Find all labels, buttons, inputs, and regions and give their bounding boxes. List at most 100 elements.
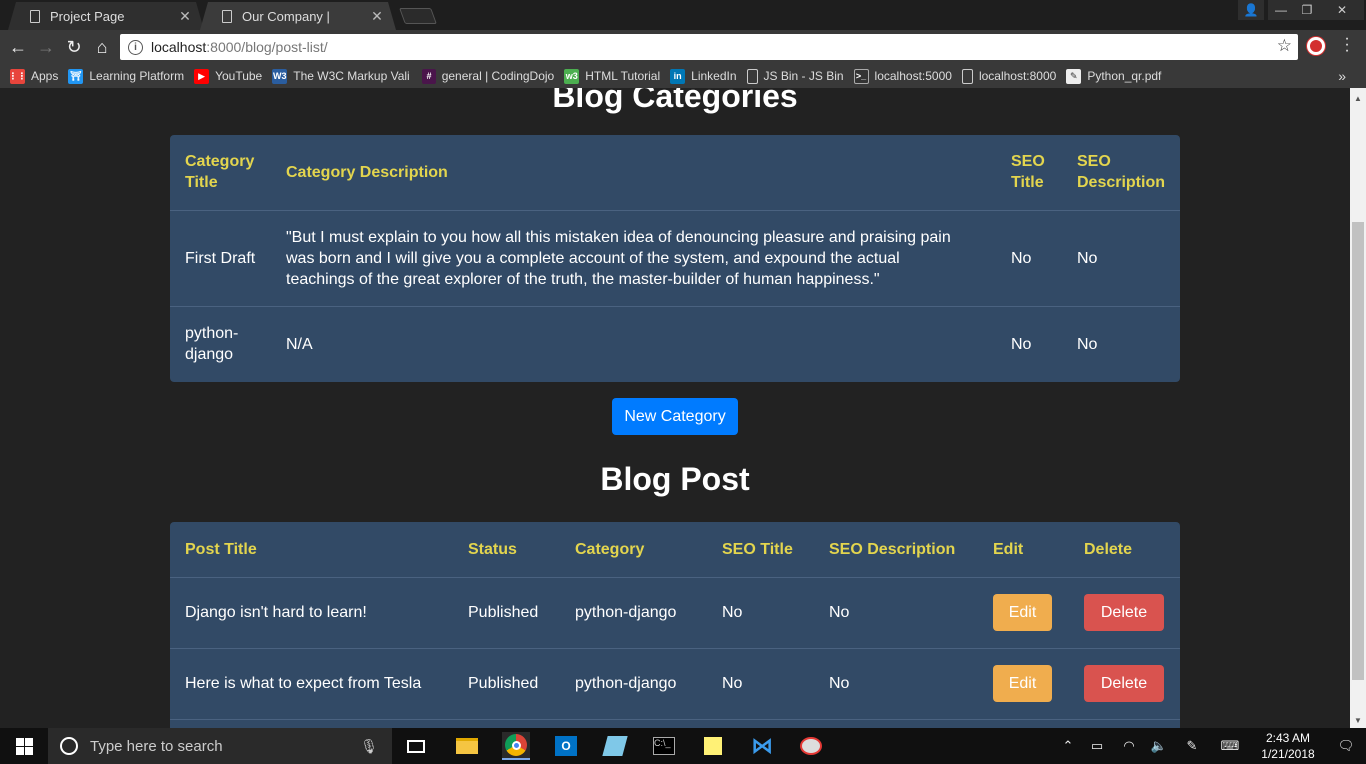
home-icon[interactable]: ⌂: [88, 33, 116, 61]
reload-icon[interactable]: ↻: [60, 33, 88, 61]
outlook-icon[interactable]: O: [552, 732, 580, 760]
bookmark-jsbin[interactable]: JS Bin - JS Bin: [746, 68, 844, 84]
category-seo-description: No: [1061, 209, 1180, 306]
edit-button[interactable]: Edit: [993, 594, 1052, 631]
pen-icon[interactable]: ✎: [1174, 738, 1210, 754]
page-scrollbar[interactable]: ▲ ▼: [1350, 88, 1366, 728]
bookmark-slack[interactable]: # general | CodingDojo: [422, 68, 555, 84]
page-icon: [30, 9, 40, 23]
col-seo-title: SEO Title: [1010, 153, 1045, 192]
visual-studio-code-icon[interactable]: ⋈: [748, 732, 776, 760]
sticky-app-icon[interactable]: [601, 732, 629, 760]
windows-logo-icon: [15, 737, 33, 755]
task-view-icon[interactable]: [402, 732, 430, 760]
delete-button[interactable]: Delete: [1084, 665, 1164, 702]
table-header: Category Title Category Description SEO …: [170, 135, 1180, 210]
clock-time: 2:43 AM: [1265, 731, 1311, 745]
tab-project-page[interactable]: Project Page ✕: [8, 2, 204, 30]
battery-icon[interactable]: ▭: [1080, 738, 1114, 754]
bookmark-youtube[interactable]: ▶ YouTube: [194, 68, 262, 84]
bookmark-apps[interactable]: ⋮⋮ Apps: [9, 68, 59, 84]
w3c-icon: W3: [272, 68, 288, 84]
notifications-icon[interactable]: 🗨: [1326, 738, 1366, 754]
table-row: python-django N/A No No: [170, 305, 1180, 382]
close-icon[interactable]: ✕: [178, 8, 192, 25]
posts-card: Post Title Status Category SEO Title SEO…: [170, 522, 1180, 728]
command-prompt-icon[interactable]: C:\_: [650, 732, 678, 760]
extension-icon[interactable]: [1307, 37, 1325, 55]
close-icon[interactable]: ✕: [370, 8, 384, 25]
page-icon: [961, 68, 973, 84]
new-category-button[interactable]: New Category: [612, 398, 738, 435]
bookmark-label: localhost:8000: [978, 69, 1057, 83]
col-post-title: Post Title: [185, 540, 257, 558]
new-tab-button[interactable]: [399, 8, 437, 24]
bookmark-html-tutorial[interactable]: w3 HTML Tutorial: [564, 68, 661, 84]
scrollbar-thumb[interactable]: [1352, 222, 1364, 680]
bookmark-w3c[interactable]: W3 The W3C Markup Vali: [272, 68, 412, 84]
category-title: First Draft: [170, 209, 271, 306]
clock[interactable]: 2:43 AM 1/21/2018: [1250, 730, 1326, 762]
category-description: N/A: [271, 305, 996, 382]
paint-icon[interactable]: [797, 732, 825, 760]
wifi-icon[interactable]: ◠: [1114, 738, 1144, 754]
apps-grid-icon: ⋮⋮: [9, 68, 27, 84]
tab-title: Project Page: [50, 8, 125, 24]
delete-button[interactable]: Delete: [1084, 594, 1164, 631]
taskbar-search[interactable]: Type here to search 🎙: [48, 728, 392, 764]
bookmark-linkedin[interactable]: in LinkedIn: [670, 68, 737, 84]
w3schools-icon: w3: [564, 68, 580, 84]
terminal-icon: >_: [853, 68, 869, 84]
sticky-notes-icon[interactable]: [699, 732, 727, 760]
bookmark-label: JS Bin - JS Bin: [763, 69, 844, 83]
bookmark-localhost-8000[interactable]: localhost:8000: [961, 68, 1057, 84]
file-explorer-icon[interactable]: [453, 732, 481, 760]
col-seo-description: SEO Description: [1076, 153, 1165, 192]
slack-icon: #: [422, 68, 436, 84]
start-button[interactable]: [0, 728, 48, 764]
bookmark-label: HTML Tutorial: [585, 69, 661, 83]
categories-heading: Blog Categories: [552, 88, 798, 114]
category-title: python-django: [170, 305, 271, 382]
category-seo-title: No: [995, 209, 1062, 306]
chevron-up-icon[interactable]: ⌃: [1056, 738, 1080, 754]
back-icon[interactable]: ←: [4, 33, 32, 61]
edit-button[interactable]: Edit: [993, 665, 1052, 702]
keyboard-icon[interactable]: ⌨: [1210, 738, 1250, 754]
bookmark-star-icon[interactable]: ☆: [1277, 36, 1292, 56]
address-bar[interactable]: i localhost :8000/blog/post-list/ ☆: [120, 34, 1298, 60]
learning-platform-icon: ⛩: [68, 68, 84, 84]
post-status: Published: [453, 647, 560, 719]
tab-our-company[interactable]: Our Company | ✕: [200, 2, 396, 30]
menu-icon[interactable]: · · ·: [1342, 31, 1352, 59]
bookmark-label: Apps: [31, 69, 59, 83]
forward-icon[interactable]: →: [32, 33, 60, 61]
col-seo-title: SEO Title: [722, 540, 793, 558]
page-icon: [746, 68, 758, 84]
bookmark-learning-platform[interactable]: ⛩ Learning Platform: [68, 68, 185, 84]
volume-icon[interactable]: 🔈: [1144, 738, 1174, 754]
bookmark-localhost-5000[interactable]: >_ localhost:5000: [853, 68, 952, 84]
bookmark-label: Learning Platform: [89, 69, 185, 83]
table-row: Here is what to expect from Tesla Publis…: [170, 647, 1180, 719]
minimize-icon[interactable]: —: [1268, 0, 1294, 20]
more-bookmarks-icon[interactable]: »: [1338, 68, 1346, 84]
info-icon[interactable]: i: [128, 39, 143, 55]
profile-icon[interactable]: 👤: [1238, 0, 1264, 20]
posts-table: Post Title Status Category SEO Title SEO…: [170, 522, 1180, 728]
restore-icon[interactable]: ❐: [1294, 0, 1320, 20]
category-seo-title: No: [995, 305, 1062, 382]
chrome-icon[interactable]: [502, 732, 530, 760]
categories-table: Category Title Category Description SEO …: [170, 135, 1180, 382]
scroll-up-icon[interactable]: ▲: [1350, 90, 1366, 106]
cortana-icon: [60, 737, 78, 755]
bookmark-python-qr[interactable]: ✎ Python_qr.pdf: [1066, 68, 1161, 84]
bookmark-label: general | CodingDojo: [441, 69, 555, 83]
post-delete-cell: Delete: [1069, 647, 1180, 719]
scroll-down-icon[interactable]: ▼: [1350, 712, 1366, 728]
post-category: python-django: [560, 576, 707, 648]
post-status: Published: [453, 576, 560, 648]
close-window-icon[interactable]: ✕: [1320, 0, 1364, 20]
search-placeholder: Type here to search: [90, 737, 223, 755]
microphone-icon[interactable]: 🎙: [360, 738, 378, 755]
